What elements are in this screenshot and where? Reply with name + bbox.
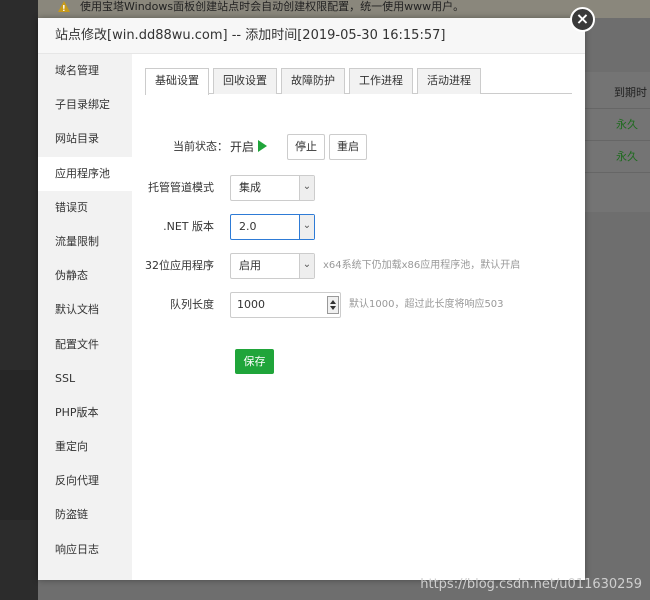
sidebar-item-ssl[interactable]: SSL [38,362,132,396]
sidebar-item-redirect[interactable]: 重定向 [38,430,132,464]
background-sidebar [0,0,38,600]
queue-length-input[interactable]: 1000 [230,292,341,318]
dialog-content: 基础设置 回收设置 故障防护 工作进程 活动进程 当前状态： 开启 停止 重启 … [132,54,585,580]
background-cell: 永久 [616,150,638,163]
background-column-header: 到期时 [614,86,647,99]
sidebar-item-default-doc[interactable]: 默认文档 [38,293,132,327]
save-button[interactable]: 保存 [235,349,274,374]
status-row: 当前状态： 开启 停止 重启 [132,134,585,160]
pipeline-mode-select[interactable]: 集成 ⌄ [230,175,315,201]
sidebar-item-reverse-proxy[interactable]: 反向代理 [38,464,132,498]
net-version-row: .NET 版本 2.0 ⌄ [132,214,585,240]
chevron-down-icon: ⌄ [299,176,314,200]
net-version-select[interactable]: 2.0 ⌄ [230,214,315,240]
app32-label: 32位应用程序 [145,259,214,272]
net-version-label: .NET 版本 [163,220,214,233]
sidebar-item-hotlink-protection[interactable]: 防盗链 [38,498,132,532]
chevron-down-icon: ⌄ [299,215,314,239]
dialog-sidebar: 域名管理 子目录绑定 网站目录 应用程序池 错误页 流量限制 伪静态 默认文档 … [38,54,132,580]
tab-bar: 基础设置 回收设置 故障防护 工作进程 活动进程 [145,68,572,95]
watermark: https://blog.csdn.net/u011630259 [420,577,642,592]
queue-hint: 默认1000，超过此长度将响应503 [349,299,504,310]
site-edit-dialog: 站点修改[win.dd88wu.com] -- 添加时间[2019-05-30 … [38,18,585,580]
stop-button[interactable]: 停止 [287,134,325,160]
sidebar-item-app-pool[interactable]: 应用程序池 [38,156,132,191]
sidebar-item-subdir-binding[interactable]: 子目录绑定 [38,88,132,122]
warning-icon [58,1,70,16]
tab-active-processes[interactable]: 活动进程 [417,68,481,94]
queue-label: 队列长度 [170,298,214,311]
pipeline-label: 托管管道模式 [148,181,214,194]
queue-row: 队列长度 1000 默认1000，超过此长度将响应503 [132,292,585,318]
app32-select[interactable]: 启用 ⌄ [230,253,315,279]
tab-fault-protection[interactable]: 故障防护 [281,68,345,94]
tab-recycle-settings[interactable]: 回收设置 [213,68,277,94]
sidebar-item-rewrite[interactable]: 伪静态 [38,259,132,293]
tab-basic-settings[interactable]: 基础设置 [145,68,209,95]
status-label: 当前状态： [173,140,228,153]
sidebar-item-error-page[interactable]: 错误页 [38,191,132,225]
sidebar-item-php-version[interactable]: PHP版本 [38,396,132,430]
restart-button[interactable]: 重启 [329,134,367,160]
app32-row: 32位应用程序 启用 ⌄ x64系统下仍加载x86应用程序池，默认开启 [132,253,585,279]
sidebar-item-response-log[interactable]: 响应日志 [38,533,132,567]
sidebar-item-domain[interactable]: 域名管理 [38,54,132,88]
play-icon [258,140,268,152]
sidebar-item-config-file[interactable]: 配置文件 [38,328,132,362]
background-cell: 永久 [616,118,638,131]
background-notice: 使用宝塔Windows面板创建站点时会自动创建权限配置，统一使用www用户。 [38,0,650,18]
status-value: 开启 [230,134,268,160]
tab-worker-processes[interactable]: 工作进程 [349,68,413,94]
spinner-icon[interactable] [327,296,339,314]
sidebar-item-site-directory[interactable]: 网站目录 [38,122,132,156]
app32-hint: x64系统下仍加载x86应用程序池，默认开启 [323,260,521,271]
pipeline-row: 托管管道模式 集成 ⌄ [132,175,585,201]
sidebar-item-traffic-limit[interactable]: 流量限制 [38,225,132,259]
dialog-title: 站点修改[win.dd88wu.com] -- 添加时间[2019-05-30 … [38,18,585,54]
close-icon[interactable]: × [570,7,595,32]
chevron-down-icon: ⌄ [299,254,314,278]
